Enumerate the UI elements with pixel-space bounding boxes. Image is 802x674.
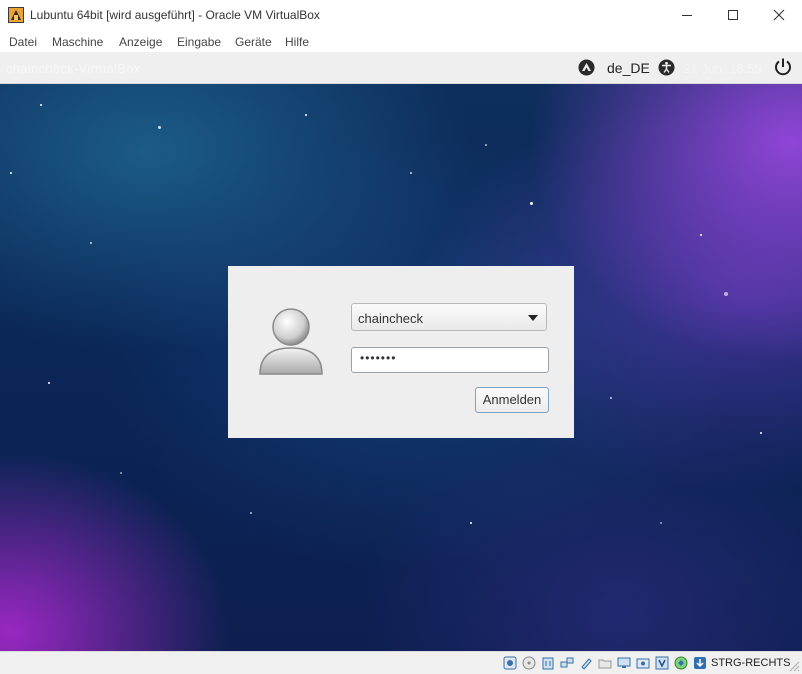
lubuntu-session-icon[interactable] (578, 59, 595, 76)
star (724, 292, 728, 296)
star (530, 202, 533, 205)
star (48, 382, 50, 384)
user-avatar-icon (259, 308, 323, 375)
power-icon[interactable] (773, 57, 793, 77)
vbox-status-bar: STRG-RECHTS (0, 651, 802, 674)
host-key-label: STRG-RECHTS (711, 657, 791, 669)
username-value: chaincheck (358, 311, 424, 326)
star (40, 104, 42, 106)
display-icon[interactable] (617, 656, 631, 670)
minimize-button[interactable] (664, 0, 710, 30)
password-field[interactable]: ••••••• (351, 347, 549, 373)
star (10, 172, 12, 174)
star (660, 522, 662, 524)
window-titlebar: Lubuntu 64bit [wird ausgeführt] - Oracle… (0, 0, 802, 30)
close-icon (773, 9, 785, 21)
shared-folders-icon[interactable] (598, 656, 612, 670)
language-indicator[interactable]: de_DE (607, 60, 650, 76)
menu-bar: Datei Maschine Anzeige Eingabe Geräte Hi… (0, 30, 802, 52)
username-dropdown[interactable]: chaincheck (351, 303, 547, 331)
password-mask: ••••••• (360, 351, 397, 365)
menu-geraete[interactable]: Geräte (235, 35, 272, 49)
menu-maschine[interactable]: Maschine (52, 35, 103, 49)
menu-datei[interactable]: Datei (9, 35, 37, 49)
menu-hilfe[interactable]: Hilfe (285, 35, 309, 49)
star (305, 114, 307, 116)
menu-anzeige[interactable]: Anzeige (119, 35, 162, 49)
star (410, 172, 412, 174)
star (90, 242, 92, 244)
star (610, 397, 612, 399)
minimize-icon (682, 15, 692, 16)
virtualbox-vm-icon (8, 7, 24, 23)
star (470, 522, 472, 524)
clock-label: 21 Jun, 18:55 (683, 61, 762, 76)
star (120, 472, 122, 474)
login-button[interactable]: Anmelden (475, 387, 549, 413)
audio-icon[interactable] (541, 656, 555, 670)
resize-grip-icon[interactable] (786, 658, 800, 672)
mouse-integration-icon[interactable] (674, 656, 688, 670)
close-window-button[interactable] (756, 0, 802, 30)
star (250, 512, 252, 514)
login-dialog: chaincheck ••••••• Anmelden (228, 266, 574, 438)
guest-top-panel: chaincheck-VirtualBox de_DE 21 Jun, 18:5… (0, 52, 802, 84)
network-icon[interactable] (560, 656, 574, 670)
host-key-icon[interactable] (693, 656, 707, 670)
maximize-button[interactable] (710, 0, 756, 30)
star (700, 234, 702, 236)
video-capture-icon[interactable] (636, 656, 650, 670)
window-title: Lubuntu 64bit [wird ausgeführt] - Oracle… (30, 8, 320, 22)
menu-eingabe[interactable]: Eingabe (177, 35, 221, 49)
accessibility-icon[interactable] (658, 59, 675, 76)
guest-screen[interactable]: chaincheck-VirtualBox de_DE 21 Jun, 18:5… (0, 52, 802, 651)
star (485, 144, 487, 146)
hostname-label: chaincheck-VirtualBox (6, 61, 141, 76)
chevron-down-icon (528, 315, 538, 321)
optical-drive-icon[interactable] (522, 656, 536, 670)
maximize-icon (728, 10, 738, 20)
virtualization-icon[interactable] (655, 656, 669, 670)
star (760, 432, 762, 434)
hard-disk-icon[interactable] (503, 656, 517, 670)
usb-icon[interactable] (579, 656, 593, 670)
star (158, 126, 161, 129)
